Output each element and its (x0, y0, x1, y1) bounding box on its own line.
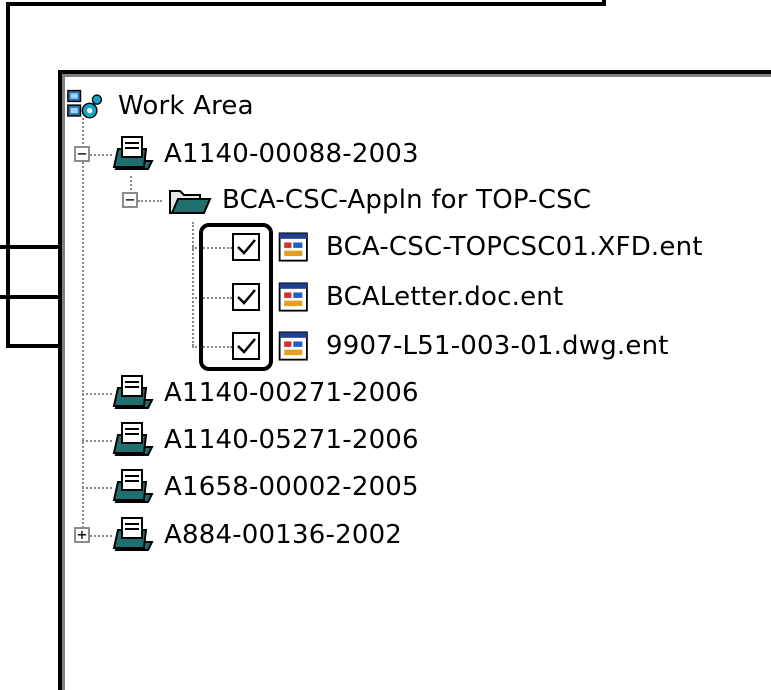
tree-line-h2 (138, 200, 162, 202)
collapse-toggle-a1140-00088[interactable]: − (74, 146, 90, 162)
tree-item-a1140-00088-2003[interactable]: A1140-00088-2003 (110, 134, 419, 174)
tree-line-level2 (192, 222, 194, 346)
tree-label: A1140-00088-2003 (164, 139, 419, 169)
tree-root-work-area[interactable]: Work Area (66, 86, 254, 126)
tree-label: BCALetter.doc.ent (326, 282, 564, 312)
expand-toggle-a884-00136[interactable]: + (74, 527, 90, 543)
tree-item-a1140-00271-2006[interactable]: A1140-00271-2006 (110, 373, 419, 413)
document-window-icon (278, 282, 308, 312)
collapse-toggle-bca-csc-appln[interactable]: − (122, 192, 138, 208)
checkbox-highlight-box (199, 223, 273, 371)
tree-label: A1140-05271-2006 (164, 425, 419, 455)
tree-item-9907-l51[interactable]: 9907-L51-003-01.dwg.ent (276, 326, 669, 366)
tree-line-h6 (82, 393, 112, 395)
tree-item-bca-csc-appln-folder[interactable]: BCA-CSC-Appln for TOP-CSC (164, 180, 591, 220)
tree-label: 9907-L51-003-01.dwg.ent (326, 331, 669, 361)
file-cabinet-icon (112, 469, 154, 503)
tree-label: A1658-00002-2005 (164, 472, 419, 502)
document-window-icon (278, 331, 308, 361)
tree-line-h1 (90, 154, 112, 156)
tree-item-a1658-00002-2005[interactable]: A1658-00002-2005 (110, 467, 419, 507)
tree-label: BCA-CSC-TOPCSC01.XFD.ent (326, 232, 703, 262)
callout-line-top (6, 2, 606, 6)
tree-label: BCA-CSC-Appln for TOP-CSC (222, 185, 592, 215)
panel-border-top-shadow (62, 74, 771, 77)
file-cabinet-icon (112, 136, 154, 170)
callout-line-right-riser (602, 0, 606, 6)
tree-line-h9 (90, 535, 112, 537)
work-area-network-icon (67, 89, 103, 119)
file-cabinet-icon (112, 375, 154, 409)
tree-line-h8 (82, 487, 112, 489)
annotated-screenshot: − − + Work Area A1140-00088-2003 BCA-CSC… (0, 0, 771, 690)
tree-label-work-area: Work Area (118, 91, 254, 121)
tree-item-a884-00136-2002[interactable]: A884-00136-2002 (110, 515, 402, 555)
tree-label: A1140-00271-2006 (164, 378, 419, 408)
file-cabinet-icon (112, 422, 154, 456)
tree-line-root (82, 118, 84, 532)
tree-item-bca-csc-topcsc01[interactable]: BCA-CSC-TOPCSC01.XFD.ent (276, 227, 703, 267)
tree-line-h7 (82, 440, 112, 442)
open-folder-icon (169, 190, 212, 214)
document-window-icon (278, 232, 308, 262)
tree-item-bcaletter[interactable]: BCALetter.doc.ent (276, 277, 563, 317)
file-cabinet-icon (112, 517, 154, 551)
tree-label: A884-00136-2002 (164, 520, 403, 550)
tree-item-a1140-05271-2006[interactable]: A1140-05271-2006 (110, 420, 419, 460)
panel-border-left-shadow (62, 74, 65, 690)
